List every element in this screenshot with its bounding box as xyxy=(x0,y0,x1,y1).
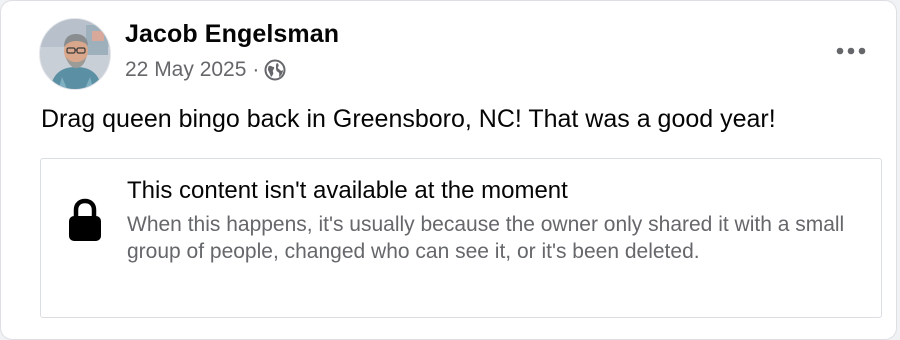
author-avatar[interactable] xyxy=(39,18,111,90)
unavailable-description: When this happens, it's usually because … xyxy=(127,213,845,263)
avatar-photo xyxy=(40,19,110,89)
unavailable-content-box: This content isn't available at the mome… xyxy=(40,158,882,318)
lock-icon xyxy=(69,198,101,241)
post-meta: 22 May 2025 · xyxy=(125,56,286,84)
unavailable-title: This content isn't available at the mome… xyxy=(127,177,568,204)
post-card: Jacob Engelsman 22 May 2025 · Drag queen… xyxy=(0,0,897,340)
author-name[interactable]: Jacob Engelsman xyxy=(125,20,339,49)
post-date[interactable]: 22 May 2025 xyxy=(125,58,246,82)
more-options-button[interactable] xyxy=(827,35,875,67)
meta-separator: · xyxy=(252,58,260,81)
more-options-icon xyxy=(836,47,866,55)
post-text: Drag queen bingo back in Greensboro, NC!… xyxy=(41,105,776,133)
globe-icon[interactable] xyxy=(264,59,286,81)
